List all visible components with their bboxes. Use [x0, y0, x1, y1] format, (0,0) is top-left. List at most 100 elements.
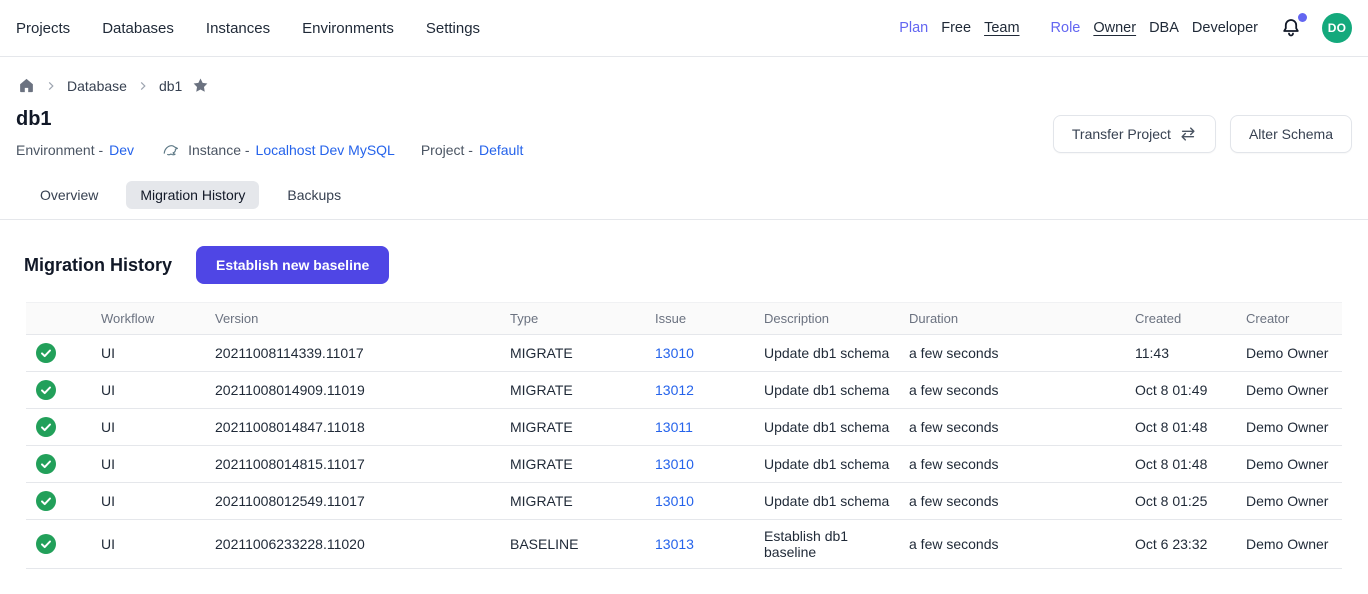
chevron-right-icon	[137, 80, 149, 92]
column-header: Issue	[651, 303, 760, 335]
issue-link[interactable]: 13012	[651, 372, 760, 409]
cell-version: 20211008012549.11017	[211, 483, 506, 520]
cell-description: Update db1 schema	[760, 335, 905, 372]
column-header: Creator	[1242, 303, 1342, 335]
establish-baseline-button[interactable]: Establish new baseline	[196, 246, 389, 284]
migration-history-header: Migration History Establish new baseline	[24, 246, 1352, 284]
cell-type: BASELINE	[506, 520, 651, 569]
nav-item-instances[interactable]: Instances	[206, 20, 270, 37]
cell-type: MIGRATE	[506, 446, 651, 483]
cell-workflow: UI	[97, 409, 211, 446]
instance-label: Instance -	[188, 142, 249, 158]
issue-link[interactable]: 13010	[651, 483, 760, 520]
alter-schema-button[interactable]: Alter Schema	[1230, 115, 1352, 153]
cell-type: MIGRATE	[506, 483, 651, 520]
page-header: db1 Environment - Dev Instance - Localho…	[16, 108, 1352, 159]
cell-workflow: UI	[97, 335, 211, 372]
cell-duration: a few seconds	[905, 446, 1131, 483]
role-developer-option[interactable]: Developer	[1192, 20, 1258, 36]
cell-workflow: UI	[97, 372, 211, 409]
plan-label: Plan	[899, 20, 928, 36]
page-title-block: db1 Environment - Dev Instance - Localho…	[16, 108, 523, 159]
cell-version: 20211008114339.11017	[211, 335, 506, 372]
cell-created: Oct 8 01:49	[1131, 372, 1242, 409]
role-label: Role	[1051, 20, 1081, 36]
page-actions: Transfer Project Alter Schema	[1053, 115, 1352, 153]
success-check-icon	[36, 343, 56, 363]
table-row: UI 20211008014847.11018 MIGRATE 13011 Up…	[26, 409, 1342, 446]
nav-item-environments[interactable]: Environments	[302, 20, 394, 37]
section-title: Migration History	[24, 255, 172, 276]
cell-description: Update db1 schema	[760, 483, 905, 520]
tab-backups[interactable]: Backups	[273, 181, 355, 209]
cell-version: 20211008014847.11018	[211, 409, 506, 446]
cell-creator: Demo Owner	[1242, 409, 1342, 446]
issue-link[interactable]: 13011	[651, 409, 760, 446]
plan-team-link[interactable]: Team	[984, 20, 1019, 36]
table-row: UI 20211008014815.11017 MIGRATE 13010 Up…	[26, 446, 1342, 483]
cell-type: MIGRATE	[506, 335, 651, 372]
page-content: Database db1 db1 Environment - Dev	[0, 77, 1368, 569]
cell-duration: a few seconds	[905, 483, 1131, 520]
cell-created: 11:43	[1131, 335, 1242, 372]
cell-creator: Demo Owner	[1242, 483, 1342, 520]
column-header: Type	[506, 303, 651, 335]
success-check-icon	[36, 454, 56, 474]
home-icon[interactable]	[18, 77, 35, 94]
environment-label: Environment -	[16, 142, 103, 158]
cell-type: MIGRATE	[506, 372, 651, 409]
success-check-icon	[36, 380, 56, 400]
instance-link[interactable]: Localhost Dev MySQL	[256, 142, 395, 158]
environment-link[interactable]: Dev	[109, 142, 134, 158]
favorite-star-icon[interactable]	[192, 77, 209, 94]
main-nav: Projects Databases Instances Environment…	[16, 20, 480, 37]
tab-overview[interactable]: Overview	[26, 181, 112, 209]
transfer-project-button[interactable]: Transfer Project	[1053, 115, 1216, 153]
column-header: Description	[760, 303, 905, 335]
chevron-right-icon	[45, 80, 57, 92]
cell-description: Update db1 schema	[760, 372, 905, 409]
project-label: Project -	[421, 142, 473, 158]
notification-bell-icon[interactable]	[1279, 16, 1303, 40]
project-link[interactable]: Default	[479, 142, 523, 158]
nav-item-databases[interactable]: Databases	[102, 20, 174, 37]
avatar[interactable]: DO	[1322, 13, 1352, 43]
notification-dot	[1298, 13, 1307, 22]
cell-workflow: UI	[97, 446, 211, 483]
role-dba-option[interactable]: DBA	[1149, 20, 1179, 36]
column-header: Created	[1131, 303, 1242, 335]
tab-migration-history[interactable]: Migration History	[126, 181, 259, 209]
table-row: UI 20211008014909.11019 MIGRATE 13012 Up…	[26, 372, 1342, 409]
cell-version: 20211008014815.11017	[211, 446, 506, 483]
nav-right-cluster: Plan Free Team Role Owner DBA Developer …	[899, 13, 1352, 43]
cell-creator: Demo Owner	[1242, 335, 1342, 372]
cell-duration: a few seconds	[905, 335, 1131, 372]
cell-duration: a few seconds	[905, 520, 1131, 569]
migration-history-table: WorkflowVersionTypeIssueDescriptionDurat…	[26, 302, 1342, 569]
cell-duration: a few seconds	[905, 409, 1131, 446]
page-title: db1	[16, 108, 523, 131]
issue-link[interactable]: 13013	[651, 520, 760, 569]
tab-bar: Overview Migration History Backups	[0, 181, 1368, 220]
table-row: UI 20211008114339.11017 MIGRATE 13010 Up…	[26, 335, 1342, 372]
cell-creator: Demo Owner	[1242, 446, 1342, 483]
column-header: Duration	[905, 303, 1131, 335]
cell-version: 20211006233228.11020	[211, 520, 506, 569]
nav-item-projects[interactable]: Projects	[16, 20, 70, 37]
plan-value: Free	[941, 20, 971, 36]
role-owner-option[interactable]: Owner	[1093, 20, 1136, 36]
column-header: Workflow	[97, 303, 211, 335]
cell-duration: a few seconds	[905, 372, 1131, 409]
breadcrumb-current: db1	[159, 78, 182, 94]
swap-arrows-icon	[1179, 125, 1197, 143]
cell-workflow: UI	[97, 520, 211, 569]
cell-description: Establish db1 baseline	[760, 520, 905, 569]
issue-link[interactable]: 13010	[651, 446, 760, 483]
transfer-project-label: Transfer Project	[1072, 126, 1171, 142]
nav-item-settings[interactable]: Settings	[426, 20, 480, 37]
breadcrumb: Database db1	[18, 77, 1352, 94]
top-navigation: Projects Databases Instances Environment…	[0, 0, 1368, 57]
breadcrumb-database[interactable]: Database	[67, 78, 127, 94]
column-header: Version	[211, 303, 506, 335]
issue-link[interactable]: 13010	[651, 335, 760, 372]
